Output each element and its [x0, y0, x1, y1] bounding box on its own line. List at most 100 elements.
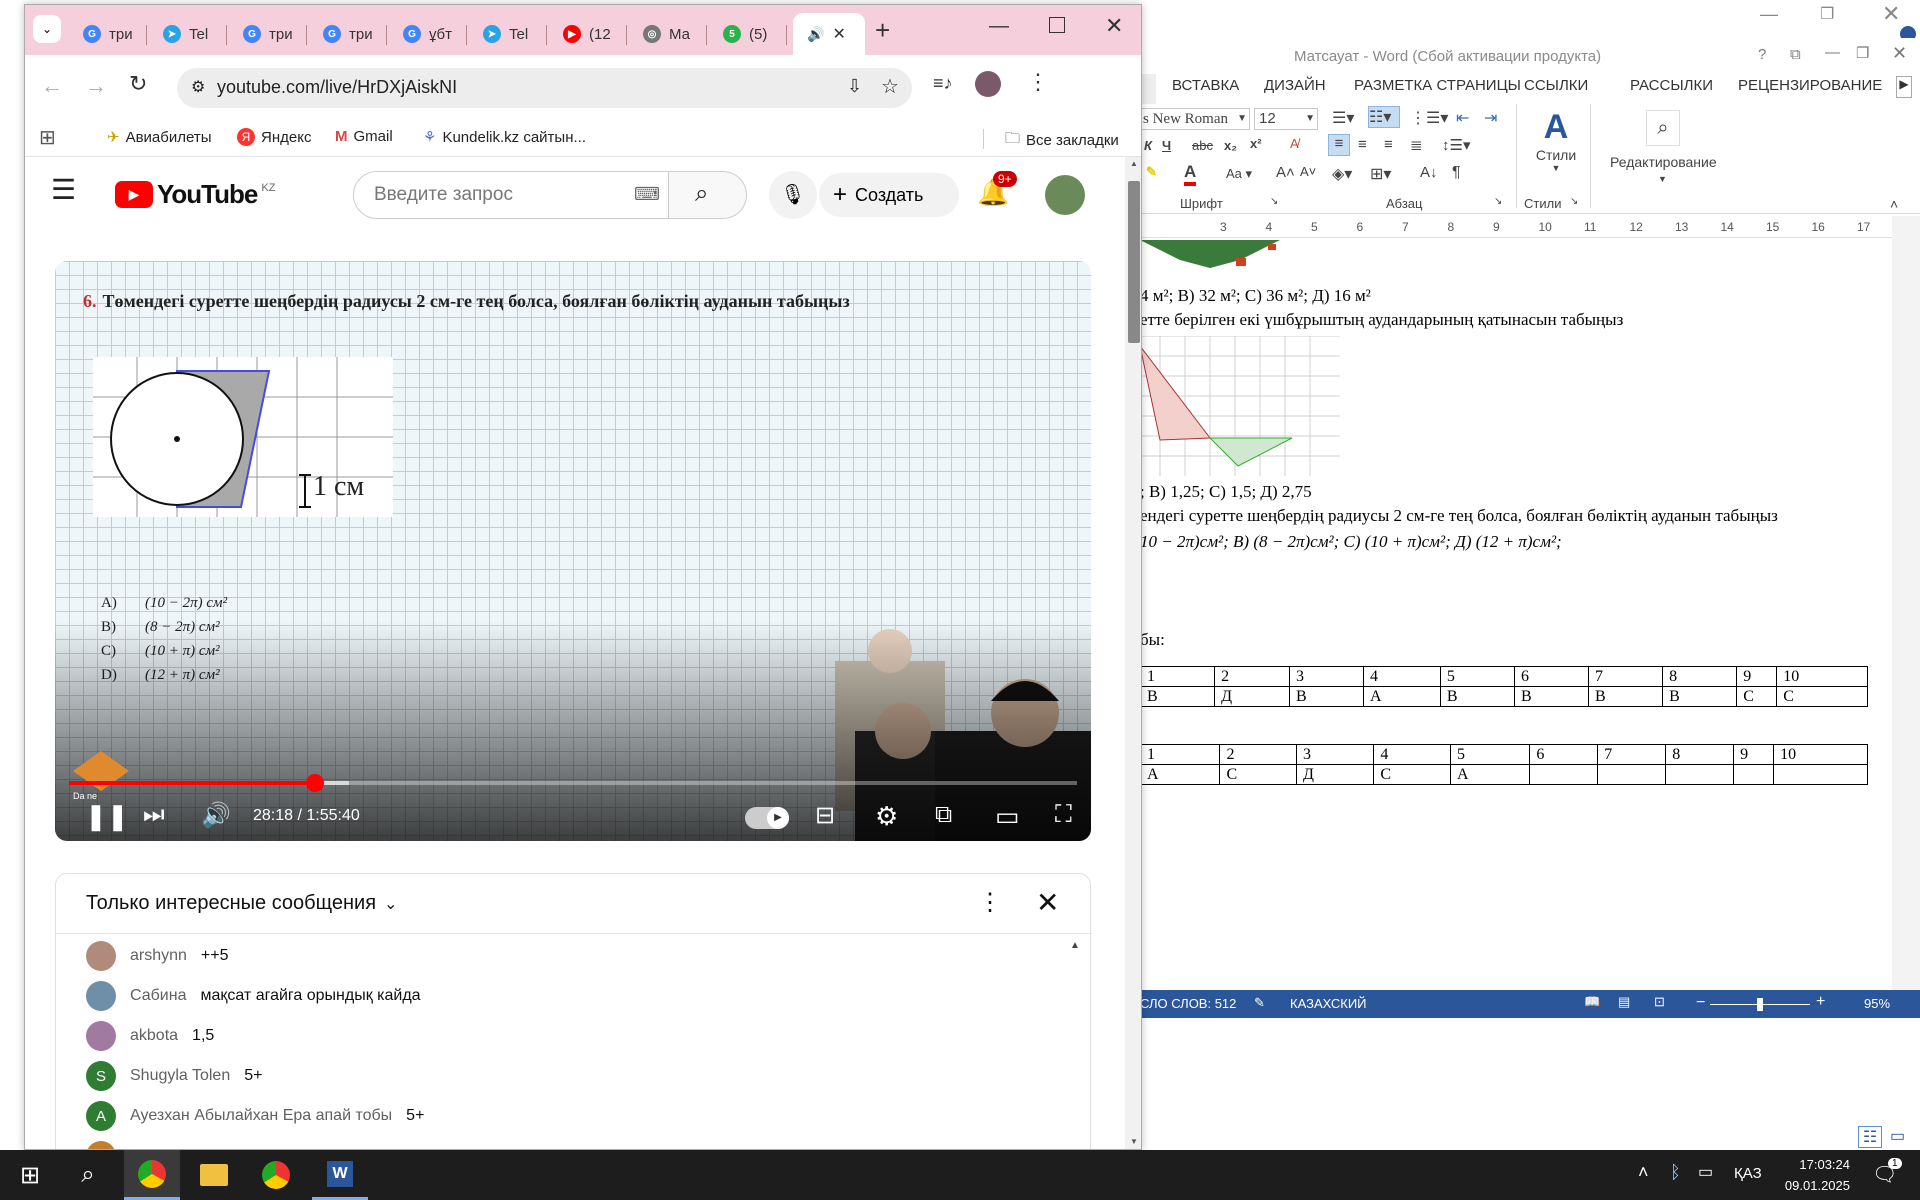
reload-icon[interactable]: ↻: [129, 71, 147, 97]
next-icon[interactable]: ⏭: [143, 801, 165, 829]
taskbar-word[interactable]: W: [312, 1150, 368, 1200]
volume-icon[interactable]: 🔊: [201, 801, 231, 830]
draft-view-icon[interactable]: ▭: [1890, 1126, 1905, 1146]
strikethrough-icon[interactable]: abc: [1192, 138, 1213, 153]
font-dialog-icon[interactable]: ↘: [1270, 196, 1278, 207]
search-button[interactable]: ⌕: [60, 1150, 116, 1200]
site-info-icon[interactable]: ⚙: [191, 77, 205, 97]
styles-dialog-icon[interactable]: ↘: [1570, 196, 1578, 207]
browser-tab[interactable]: 5 (5): [709, 13, 787, 55]
youtube-logo[interactable]: ▶ YouTube KZ: [115, 179, 275, 210]
language-status[interactable]: КАЗАХСКИЙ: [1290, 996, 1367, 1011]
chrome-menu-icon[interactable]: ⋮: [1027, 69, 1049, 95]
profile-avatar[interactable]: [975, 71, 1001, 97]
taskbar-chrome-active[interactable]: [124, 1150, 180, 1200]
chat-avatar[interactable]: [86, 1021, 116, 1051]
chrome-maximize-icon[interactable]: [1049, 17, 1065, 33]
miniplayer-icon[interactable]: ⧉: [935, 801, 952, 829]
battery-icon[interactable]: ▭: [1698, 1162, 1713, 1182]
chat-menu-icon[interactable]: ⋮: [978, 888, 1002, 917]
taskbar-chrome[interactable]: [248, 1150, 304, 1200]
help-icon[interactable]: ?: [1758, 46, 1766, 63]
highlight-icon[interactable]: ✎: [1146, 164, 1157, 180]
scroll-thumb[interactable]: [1128, 181, 1140, 343]
voice-search-button[interactable]: 🎙: [769, 171, 817, 219]
page-scrollbar[interactable]: ▲ ▼: [1125, 157, 1141, 1149]
justify-icon[interactable]: ≣: [1410, 136, 1423, 154]
ribbon-scroll-right-icon[interactable]: ▶: [1896, 76, 1912, 98]
bookmark-aviatickets[interactable]: ✈ Авиабилеты: [107, 128, 212, 147]
subscript-icon[interactable]: x₂: [1224, 138, 1237, 153]
scroll-down-icon[interactable]: ▼: [1130, 1137, 1138, 1146]
chat-author[interactable]: Shugyla Tolen: [130, 1067, 230, 1085]
chat-author[interactable]: akbota: [130, 1027, 178, 1045]
browser-tab[interactable]: ◎ Ма: [629, 13, 707, 55]
settings-gear-icon[interactable]: ⚙: [875, 801, 898, 832]
back-icon[interactable]: ←: [41, 73, 63, 99]
bookmark-yandex[interactable]: Я Яндекс: [237, 128, 311, 146]
zoom-out-icon[interactable]: −: [1696, 994, 1705, 1012]
chat-avatar[interactable]: A: [86, 1101, 116, 1131]
chat-avatar[interactable]: [86, 981, 116, 1011]
search-input[interactable]: Введите запрос ⌨: [353, 171, 669, 219]
browser-tab[interactable]: Gтри: [69, 13, 147, 55]
chrome-minimize-icon[interactable]: —: [989, 15, 1009, 38]
pilcrow-icon[interactable]: ¶: [1452, 164, 1461, 182]
browser-tab[interactable]: Gұбт: [389, 13, 467, 55]
align-right-icon[interactable]: ≡: [1384, 136, 1393, 153]
align-center-icon[interactable]: ≡: [1358, 136, 1367, 153]
tab-active-youtube[interactable]: 🔊 ✕: [793, 13, 865, 55]
superscript-icon[interactable]: x²: [1250, 136, 1262, 151]
word-restore-icon[interactable]: ❐: [1856, 44, 1869, 62]
tab-search-icon[interactable]: ⌄: [33, 15, 61, 43]
clear-format-icon[interactable]: A̸: [1290, 136, 1299, 151]
proofing-icon[interactable]: ✎: [1254, 995, 1265, 1011]
tray-arrow-icon[interactable]: ˄: [1638, 1162, 1649, 1183]
browser-tab[interactable]: ▶ (12: [549, 13, 627, 55]
print-layout-icon[interactable]: ▤: [1618, 994, 1630, 1010]
chat-close-icon[interactable]: ✕: [1036, 886, 1059, 919]
zoom-slider[interactable]: [1710, 998, 1810, 1011]
change-case-icon[interactable]: Aa ▾: [1226, 166, 1252, 182]
restore-icon[interactable]: ❐: [1820, 4, 1834, 24]
word-minimize-icon[interactable]: —: [1825, 44, 1840, 61]
language-indicator[interactable]: ҚАЗ: [1734, 1165, 1762, 1182]
search-button[interactable]: ⌕: [669, 171, 747, 219]
chat-scroll-up-icon[interactable]: ▲: [1070, 940, 1080, 951]
web-layout-icon[interactable]: ⊡: [1654, 994, 1665, 1010]
chrome-close-icon[interactable]: ✕: [1105, 13, 1123, 39]
word-count[interactable]: СЛО СЛОВ: 512: [1140, 996, 1236, 1011]
clock[interactable]: 17:03:24 09.01.2025: [1770, 1154, 1850, 1196]
browser-tab[interactable]: ➤ Tel: [469, 13, 547, 55]
collapse-ribbon-icon[interactable]: ˄: [1890, 196, 1898, 212]
chat-avatar[interactable]: [86, 941, 116, 971]
ribbon-tab-partial[interactable]: [1140, 74, 1156, 104]
line-spacing-icon[interactable]: ↕☰▾: [1442, 136, 1470, 154]
scroll-up-icon[interactable]: ▲: [1130, 159, 1138, 168]
tab-references[interactable]: ССЫЛКИ: [1524, 77, 1588, 94]
url-text[interactable]: youtube.com/live/HrDXjAiskNI: [217, 77, 457, 98]
account-avatar[interactable]: [1045, 175, 1085, 215]
start-button[interactable]: ⊞: [2, 1150, 58, 1200]
font-color-icon[interactable]: A: [1184, 162, 1197, 186]
video-player[interactable]: 6. Төмендегі суретте шеңбердің радиусы 2 …: [55, 261, 1091, 841]
install-app-icon[interactable]: ⇩: [847, 76, 862, 97]
progress-bar[interactable]: [69, 774, 1077, 792]
bluetooth-icon[interactable]: ᛒ: [1670, 1162, 1681, 1183]
tab-layout[interactable]: РАЗМЕТКА СТРАНИЦЫ: [1354, 77, 1521, 94]
taskbar-explorer[interactable]: [186, 1150, 242, 1200]
browser-tab[interactable]: Gтри: [229, 13, 307, 55]
sort-icon[interactable]: A↓: [1420, 164, 1438, 181]
numbering-icon[interactable]: ☷▾: [1368, 106, 1400, 128]
zoom-level[interactable]: 95%: [1864, 996, 1890, 1011]
bookmark-kundelik[interactable]: ⚘ Kundelik.kz сайтын...: [423, 128, 586, 147]
underline-icon[interactable]: Ч: [1162, 138, 1171, 153]
increase-indent-icon[interactable]: ⇥: [1484, 108, 1497, 128]
media-control-icon[interactable]: ≡♪: [933, 73, 953, 94]
address-bar[interactable]: ⚙ youtube.com/live/HrDXjAiskNI ⇩ ☆: [177, 68, 912, 108]
bullets-icon[interactable]: ☰▾: [1332, 108, 1354, 128]
tab-design[interactable]: ДИЗАЙН: [1264, 77, 1326, 94]
chat-author[interactable]: Сабина: [130, 987, 186, 1005]
grow-font-icon[interactable]: A˄: [1276, 164, 1295, 181]
shrink-font-icon[interactable]: A˅: [1300, 164, 1316, 179]
